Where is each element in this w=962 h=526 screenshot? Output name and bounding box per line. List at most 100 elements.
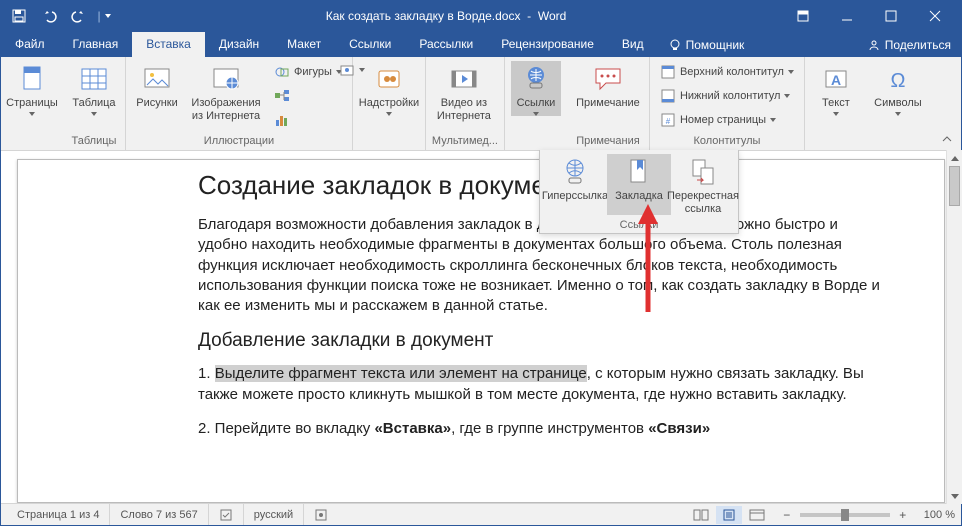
chevron-down-icon <box>951 494 959 499</box>
close-button[interactable] <box>913 2 957 30</box>
zoom-out-button[interactable]: − <box>780 508 794 522</box>
chevron-down-icon <box>833 112 839 116</box>
statusbar: Страница 1 из 4 Слово 7 из 567 русский −… <box>1 503 961 525</box>
window-title: Как создать закладку в Ворде.docx - Word <box>111 9 781 23</box>
bookmark-button[interactable]: Закладка <box>607 154 671 215</box>
document-page[interactable]: Создание закладок в документе Благодаря … <box>17 159 945 503</box>
tab-insert[interactable]: Вставка <box>132 32 205 57</box>
selected-text: Выделите фрагмент текста или элемент на … <box>215 365 587 382</box>
chevron-down-icon <box>91 112 97 116</box>
heading-2: Добавление закладки в документ <box>198 330 884 352</box>
view-buttons <box>688 506 770 524</box>
crossref-icon <box>687 156 719 188</box>
online-picture-icon <box>210 63 242 95</box>
globe-link-icon <box>559 156 591 188</box>
online-video-button[interactable]: Видео из Интернета <box>432 61 496 122</box>
page-number-button[interactable]: # Номер страницы <box>656 109 798 131</box>
chevron-down-icon <box>533 112 539 116</box>
view-web-button[interactable] <box>744 506 770 524</box>
status-words[interactable]: Слово 7 из 567 <box>110 504 208 525</box>
status-language[interactable]: русский <box>244 504 304 525</box>
chevron-down-icon <box>788 70 794 74</box>
document-name: Как создать закладку в Ворде.docx <box>326 9 521 23</box>
view-print-button[interactable] <box>716 506 742 524</box>
tab-layout[interactable]: Макет <box>273 32 335 57</box>
chevron-down-icon <box>895 112 901 116</box>
chevron-down-icon <box>29 112 35 116</box>
chevron-down-icon <box>386 112 392 116</box>
store-icon <box>373 63 405 95</box>
omega-icon: Ω <box>882 63 914 95</box>
view-read-button[interactable] <box>688 506 714 524</box>
chevron-down-icon <box>770 118 776 122</box>
text-button[interactable]: A Текст <box>811 61 861 116</box>
hyperlink-button[interactable]: Гиперссылка <box>543 154 607 215</box>
redo-icon <box>71 8 87 24</box>
tab-view[interactable]: Вид <box>608 32 658 57</box>
tab-home[interactable]: Главная <box>59 32 133 57</box>
video-icon <box>448 63 480 95</box>
textbox-icon: A <box>820 63 852 95</box>
scroll-up-button[interactable] <box>947 150 962 166</box>
scroll-down-button[interactable] <box>947 488 962 504</box>
screenshot-button[interactable] <box>335 59 369 81</box>
list-item-2: 2. Перейдите во вкладку «Вставка», где в… <box>198 419 884 439</box>
undo-icon <box>41 8 57 24</box>
ribbon-display-button[interactable] <box>781 2 825 30</box>
header-footer-buttons: Верхний колонтитул Нижний колонтитул # Н… <box>656 61 798 131</box>
tab-file[interactable]: Файл <box>1 32 59 57</box>
group-comments: Примечание Примечания <box>567 57 650 150</box>
tab-mailings[interactable]: Рассылки <box>405 32 487 57</box>
screenshot-icon <box>339 62 355 78</box>
lightbulb-icon <box>668 38 682 52</box>
tab-references[interactable]: Ссылки <box>335 32 405 57</box>
links-dropdown-button[interactable]: Ссылки <box>511 61 561 116</box>
symbols-button[interactable]: Ω Символы <box>873 61 923 116</box>
ribbon: Страницы Таблица Таблицы Р <box>1 57 961 151</box>
chevron-up-icon <box>951 156 959 161</box>
illustrations-small-buttons: Фигуры <box>270 61 346 131</box>
zoom-slider[interactable] <box>800 513 890 517</box>
status-macro[interactable] <box>304 504 338 525</box>
footer-icon <box>660 88 676 104</box>
list-item-1: 1. Выделите фрагмент текста или элемент … <box>198 364 884 405</box>
pictures-button[interactable]: Рисунки <box>132 61 182 110</box>
tab-review[interactable]: Рецензирование <box>487 32 608 57</box>
online-pictures-button[interactable]: Изображения из Интернета <box>186 61 266 122</box>
scrollbar-thumb[interactable] <box>949 166 960 206</box>
shapes-icon <box>274 64 290 80</box>
footer-button[interactable]: Нижний колонтитул <box>656 85 798 107</box>
status-page[interactable]: Страница 1 из 4 <box>7 504 110 525</box>
zoom-in-button[interactable]: + <box>896 508 910 522</box>
tell-me[interactable]: Помощник <box>658 33 755 57</box>
read-view-icon <box>693 509 709 521</box>
save-button[interactable] <box>5 3 33 29</box>
redo-button[interactable] <box>65 3 93 29</box>
status-proofing[interactable] <box>209 504 244 525</box>
header-icon <box>660 64 676 80</box>
comment-button[interactable]: Примечание <box>573 61 643 110</box>
maximize-button[interactable] <box>869 2 913 30</box>
zoom-value[interactable]: 100 % <box>924 509 955 521</box>
group-tables: Таблица Таблицы <box>63 57 126 150</box>
table-button[interactable]: Таблица <box>69 61 119 116</box>
undo-button[interactable] <box>35 3 63 29</box>
chevron-down-icon <box>359 68 365 72</box>
group-pages: Страницы <box>1 57 63 150</box>
print-layout-icon <box>721 509 737 521</box>
collapse-ribbon-button[interactable] <box>941 132 953 148</box>
save-icon <box>11 8 27 24</box>
group-links: Ссылки <box>505 57 567 150</box>
window-controls <box>781 2 957 30</box>
vertical-scrollbar[interactable] <box>946 150 962 504</box>
zoom-slider-knob[interactable] <box>841 509 849 521</box>
minimize-button[interactable] <box>825 2 869 30</box>
cross-reference-button[interactable]: Перекрестная ссылка <box>671 154 735 215</box>
share-button[interactable]: Поделиться <box>857 33 961 57</box>
chart-button[interactable] <box>270 109 346 131</box>
smartart-button[interactable] <box>270 85 346 107</box>
pages-button[interactable]: Страницы <box>7 61 57 116</box>
header-button[interactable]: Верхний колонтитул <box>656 61 798 83</box>
page-number-icon: # <box>660 112 676 128</box>
tab-design[interactable]: Дизайн <box>205 32 273 57</box>
